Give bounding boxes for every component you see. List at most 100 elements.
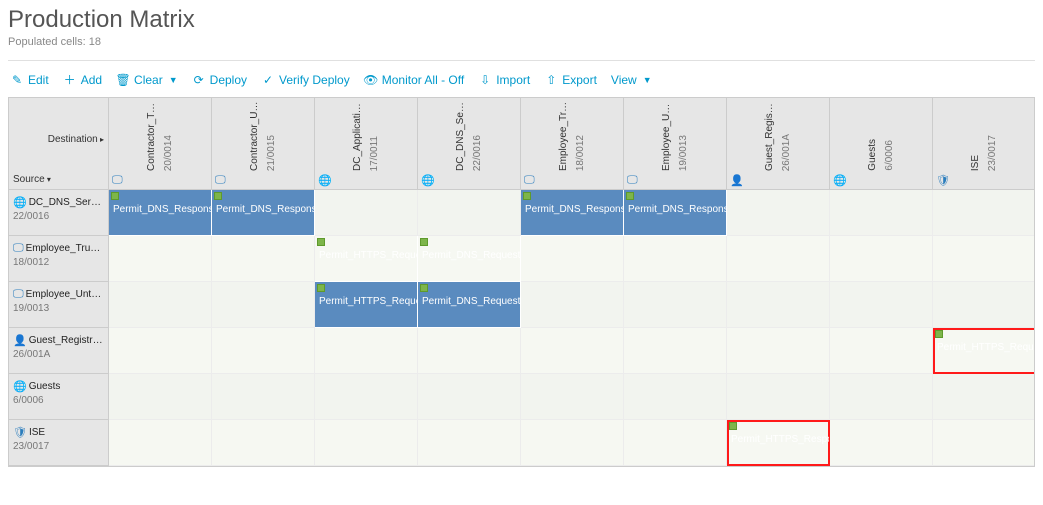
globe-icon (13, 381, 27, 393)
populated-cells-prefix: Populated cells: (8, 36, 89, 48)
clear-button[interactable]: 🗑 Clear ▼ (116, 73, 178, 87)
empty-cell[interactable] (933, 236, 1035, 282)
empty-cell[interactable] (109, 374, 212, 420)
row-id: 19/0013 (13, 303, 104, 314)
policy-label: Permit_DNS_Request (422, 296, 520, 307)
matrix-grid: Destination Source Contractor_Trus...20/… (8, 97, 1035, 467)
empty-cell[interactable] (315, 328, 418, 374)
policy-cell[interactable]: Permit_HTTPS_Reque (315, 236, 418, 282)
empty-cell[interactable] (212, 328, 315, 374)
check-icon (317, 284, 325, 292)
empty-cell[interactable] (727, 282, 830, 328)
row-header[interactable]: Employee_Truste...18/0012 (9, 236, 109, 282)
row-header[interactable]: Employee_Untrus...19/0013 (9, 282, 109, 328)
monitor-button[interactable]: 👁 Monitor All - Off (364, 73, 464, 87)
empty-cell[interactable] (109, 282, 212, 328)
column-header[interactable]: Guests6/0006 (830, 98, 933, 190)
column-header[interactable]: Guest_Registrat...26/001A (727, 98, 830, 190)
empty-cell[interactable] (521, 420, 624, 466)
column-header[interactable]: DC_Application_...17/0011 (315, 98, 418, 190)
view-button[interactable]: View ▼ (611, 73, 652, 87)
row-name: Guest_Registrat... (13, 334, 104, 347)
row-header[interactable]: Guests6/0006 (9, 374, 109, 420)
column-header[interactable]: Employee_Untrus...19/0013 (624, 98, 727, 190)
policy-cell[interactable]: Permit_DNS_Respons (212, 190, 315, 236)
empty-cell[interactable] (727, 374, 830, 420)
empty-cell[interactable] (624, 236, 727, 282)
column-name: Employee_Untrus... (661, 101, 672, 171)
column-name: ISE (970, 155, 981, 171)
edit-button[interactable]: ✎ Edit (10, 73, 49, 87)
empty-cell[interactable] (521, 374, 624, 420)
policy-cell[interactable]: Permit_DNS_Request (418, 236, 521, 282)
empty-cell[interactable] (830, 328, 933, 374)
empty-cell[interactable] (624, 282, 727, 328)
empty-cell[interactable] (418, 420, 521, 466)
policy-label: Permit_HTTPS_Reque (319, 296, 418, 307)
empty-cell[interactable] (624, 374, 727, 420)
deploy-button[interactable]: ⟳ Deploy (192, 73, 247, 87)
toolbar: ✎ Edit ＋ Add 🗑 Clear ▼ ⟳ Deploy ✓ Verify… (8, 67, 1035, 97)
empty-cell[interactable] (315, 420, 418, 466)
empty-cell[interactable] (830, 282, 933, 328)
empty-cell[interactable] (418, 374, 521, 420)
empty-cell[interactable] (830, 374, 933, 420)
empty-cell[interactable] (109, 236, 212, 282)
policy-cell[interactable]: Permit_DNS_Respons (109, 190, 212, 236)
policy-label: Permit_DNS_Respons (525, 204, 624, 215)
export-icon: ⇧ (544, 73, 558, 87)
globe-icon (421, 173, 435, 187)
row-id: 18/0012 (13, 257, 104, 268)
empty-cell[interactable] (830, 236, 933, 282)
column-header[interactable]: ISE23/0017 (933, 98, 1035, 190)
matrix-row: Guest_Registrat...26/001A Permit_HTTPS_Re… (9, 328, 1034, 374)
empty-cell[interactable] (212, 374, 315, 420)
empty-cell[interactable] (521, 282, 624, 328)
empty-cell[interactable] (727, 190, 830, 236)
empty-cell[interactable] (109, 420, 212, 466)
row-header[interactable]: ISE23/0017 (9, 420, 109, 466)
column-header[interactable]: Employee_Truste...18/0012 (521, 98, 624, 190)
empty-cell[interactable] (315, 374, 418, 420)
empty-cell[interactable] (727, 236, 830, 282)
policy-cell[interactable]: Permit_HTTPS_Reque (315, 282, 418, 328)
verify-deploy-button[interactable]: ✓ Verify Deploy (261, 73, 350, 87)
empty-cell[interactable] (933, 374, 1035, 420)
policy-cell[interactable]: Permit_DNS_Respons (624, 190, 727, 236)
empty-cell[interactable] (933, 282, 1035, 328)
empty-cell[interactable] (212, 236, 315, 282)
empty-cell[interactable] (418, 190, 521, 236)
empty-cell[interactable] (933, 420, 1035, 466)
policy-cell[interactable]: Permit_DNS_Request (418, 282, 521, 328)
empty-cell[interactable] (830, 190, 933, 236)
column-name: Contractor_Trus... (146, 101, 157, 171)
column-header[interactable]: DC_DNS_Servers22/0016 (418, 98, 521, 190)
export-label: Export (562, 73, 597, 87)
policy-cell[interactable]: Permit_HTTPS_Requ (933, 328, 1035, 374)
add-button[interactable]: ＋ Add (63, 73, 102, 87)
row-header[interactable]: DC_DNS_Servers22/0016 (9, 190, 109, 236)
policy-cell[interactable]: Permit_HTTPS_Respo (727, 420, 830, 466)
empty-cell[interactable] (830, 420, 933, 466)
column-header[interactable]: Contractor_Untr...21/0015 (212, 98, 315, 190)
empty-cell[interactable] (212, 420, 315, 466)
column-header[interactable]: Contractor_Trus...20/0014 (109, 98, 212, 190)
matrix-row: Guests6/0006 (9, 374, 1034, 420)
empty-cell[interactable] (212, 282, 315, 328)
empty-cell[interactable] (521, 236, 624, 282)
import-button[interactable]: ⇩ Import (478, 73, 530, 87)
empty-cell[interactable] (624, 328, 727, 374)
empty-cell[interactable] (933, 190, 1035, 236)
user-icon (13, 335, 27, 347)
empty-cell[interactable] (315, 190, 418, 236)
empty-cell[interactable] (521, 328, 624, 374)
empty-cell[interactable] (624, 420, 727, 466)
view-label: View (611, 73, 637, 87)
empty-cell[interactable] (727, 328, 830, 374)
empty-cell[interactable] (109, 328, 212, 374)
column-id: 6/0006 (884, 140, 895, 171)
policy-cell[interactable]: Permit_DNS_Respons (521, 190, 624, 236)
export-button[interactable]: ⇧ Export (544, 73, 597, 87)
row-header[interactable]: Guest_Registrat...26/001A (9, 328, 109, 374)
empty-cell[interactable] (418, 328, 521, 374)
